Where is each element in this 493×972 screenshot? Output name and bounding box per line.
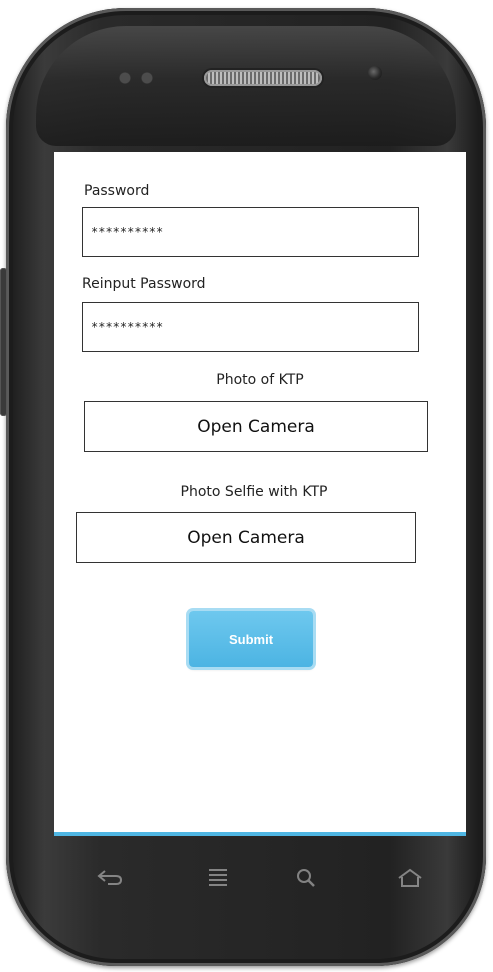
menu-icon[interactable] bbox=[198, 862, 238, 894]
speaker-grille-icon bbox=[204, 70, 322, 86]
home-icon[interactable] bbox=[390, 862, 430, 894]
submit-button[interactable]: Submit bbox=[189, 611, 313, 667]
app-screen: Password ********** Reinput Password ***… bbox=[54, 152, 466, 836]
phone-top-bezel bbox=[36, 26, 456, 146]
open-camera-ktp-button[interactable]: Open Camera bbox=[84, 401, 428, 452]
back-icon[interactable] bbox=[90, 862, 130, 894]
volume-button[interactable] bbox=[0, 268, 7, 416]
reinput-password-label: Reinput Password bbox=[82, 276, 206, 292]
password-field[interactable]: ********** bbox=[82, 207, 419, 257]
ktp-photo-label: Photo of KTP bbox=[216, 372, 304, 388]
android-nav-bar bbox=[60, 858, 460, 898]
reinput-password-field[interactable]: ********** bbox=[82, 302, 419, 352]
password-label: Password bbox=[84, 183, 150, 199]
search-icon[interactable] bbox=[286, 862, 326, 894]
selfie-ktp-label: Photo Selfie with KTP bbox=[180, 484, 328, 500]
sensor-icon bbox=[114, 72, 158, 84]
front-camera-icon bbox=[368, 66, 382, 80]
mockup-stage: Password ********** Reinput Password ***… bbox=[0, 0, 493, 972]
open-camera-selfie-button[interactable]: Open Camera bbox=[76, 512, 416, 563]
